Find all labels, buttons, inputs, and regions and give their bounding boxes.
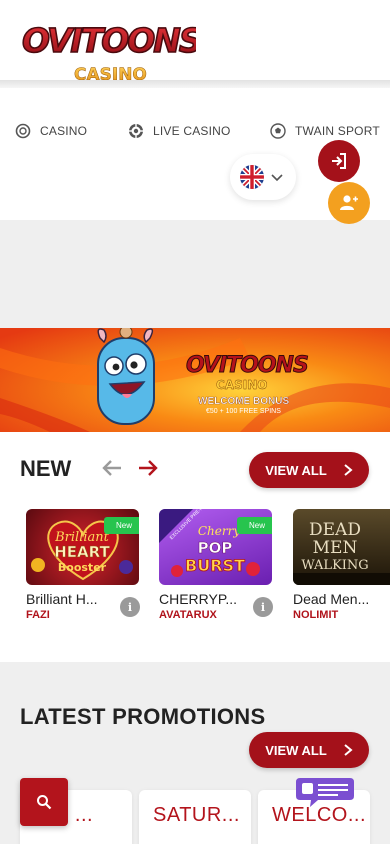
- view-all-promotions-button[interactable]: VIEW ALL: [249, 732, 369, 768]
- game-thumbnail[interactable]: Brilliant HEART Booster New: [26, 509, 139, 585]
- thumb-line-2: POP: [198, 539, 233, 557]
- login-icon: [332, 153, 346, 169]
- banner-details-text: €50 + 100 FREE SPINS: [206, 408, 281, 415]
- thumb-line-1: Cherry: [198, 524, 240, 538]
- nav-item-label: LIVE CASINO: [153, 124, 231, 138]
- nav-item-label: TWAIN SPORT: [295, 124, 380, 138]
- add-user-icon: [340, 195, 358, 210]
- language-selector[interactable]: [230, 154, 296, 200]
- nav-item-label: CASINO: [40, 124, 88, 138]
- search-button[interactable]: [20, 778, 68, 826]
- new-games-section: NEW VIEW ALL Brilliant HEART Booster New…: [0, 432, 390, 662]
- game-card[interactable]: DEAD MEN WALKING Dead Men... NOLIMIT: [293, 509, 390, 621]
- game-provider: FAZI: [26, 609, 50, 621]
- nav-item-live-casino[interactable]: LIVE CASINO: [128, 120, 231, 142]
- thumb-line-3: Booster: [58, 561, 107, 574]
- info-icon[interactable]: i: [120, 597, 140, 617]
- uk-flag-icon: [240, 165, 264, 189]
- thumb-line-2: HEART: [54, 543, 110, 561]
- game-provider: AVATARUX: [159, 609, 217, 621]
- nav-item-casino[interactable]: CASINO: [15, 120, 87, 142]
- banner-artwork: OVITOONS CASINO WELCOME BONUS €50 + 100 …: [0, 328, 390, 432]
- thumb-line-3: BURST: [185, 556, 245, 575]
- thumb-line-3: WALKING: [301, 558, 368, 573]
- chat-icon[interactable]: [296, 778, 354, 808]
- view-all-new-button[interactable]: VIEW ALL: [249, 452, 369, 488]
- info-icon[interactable]: i: [253, 597, 273, 617]
- main-nav: CASINO LIVE CASINO TWAIN SPORT: [0, 120, 390, 142]
- logo-text: OVITOONS: [22, 21, 196, 60]
- new-section-title: NEW: [20, 456, 72, 481]
- view-all-label: VIEW ALL: [265, 742, 327, 758]
- login-button[interactable]: [318, 140, 360, 182]
- banner-welcome-text: WELCOME BONUS: [198, 396, 289, 407]
- register-button[interactable]: [328, 182, 370, 224]
- logo-bar: OVITOONS CASINO: [0, 0, 390, 85]
- banner-title: OVITOONS: [186, 353, 308, 378]
- casino-chip-icon: [15, 123, 31, 139]
- welcome-bonus-banner[interactable]: OVITOONS CASINO WELCOME BONUS €50 + 100 …: [0, 328, 390, 432]
- navigation-area: CASINO LIVE CASINO TWAIN SPORT: [0, 88, 390, 224]
- header-divider: [0, 80, 390, 88]
- promo-card-label: SATUR...: [153, 804, 240, 826]
- thumb-line-2: MEN: [313, 538, 358, 558]
- arrow-right-icon[interactable]: [136, 456, 160, 480]
- game-card[interactable]: EXCLUSIVE PRE-RELEASE Cherry POP BURST N…: [159, 509, 275, 621]
- game-card[interactable]: Brilliant HEART Booster New Brilliant H.…: [26, 509, 142, 621]
- chevron-right-icon: [344, 464, 353, 476]
- promotions-title: LATEST PROMOTIONS: [20, 704, 266, 729]
- game-thumbnail[interactable]: DEAD MEN WALKING: [293, 509, 390, 585]
- game-provider: NOLIMIT: [293, 609, 339, 621]
- thumb-line-1: DEAD: [309, 520, 361, 540]
- promo-card[interactable]: SATUR...: [139, 790, 251, 844]
- sport-ball-icon: [270, 123, 286, 139]
- game-art: DEAD MEN WALKING: [293, 520, 390, 585]
- game-name: Dead Men...: [293, 591, 370, 607]
- nav-item-twain-sport[interactable]: TWAIN SPORT: [270, 120, 380, 142]
- arrow-left-icon[interactable]: [100, 456, 124, 480]
- new-badge: New: [103, 517, 139, 534]
- chevron-right-icon: [344, 744, 353, 756]
- ovitoons-casino-logo[interactable]: OVITOONS CASINO: [20, 12, 196, 86]
- live-casino-icon: [128, 123, 144, 139]
- page: OVITOONS CASINO CASINO LIVE CASINO TWAIN…: [0, 0, 390, 844]
- banner-subtitle: CASINO: [216, 378, 267, 392]
- game-thumbnail[interactable]: EXCLUSIVE PRE-RELEASE Cherry POP BURST N…: [159, 509, 272, 585]
- chevron-down-icon: [271, 174, 283, 182]
- game-name: Brilliant H...: [26, 591, 98, 607]
- search-icon: [37, 795, 52, 810]
- new-badge: New: [236, 517, 272, 534]
- game-name: CHERRYP...: [159, 591, 237, 607]
- view-all-label: VIEW ALL: [265, 462, 327, 478]
